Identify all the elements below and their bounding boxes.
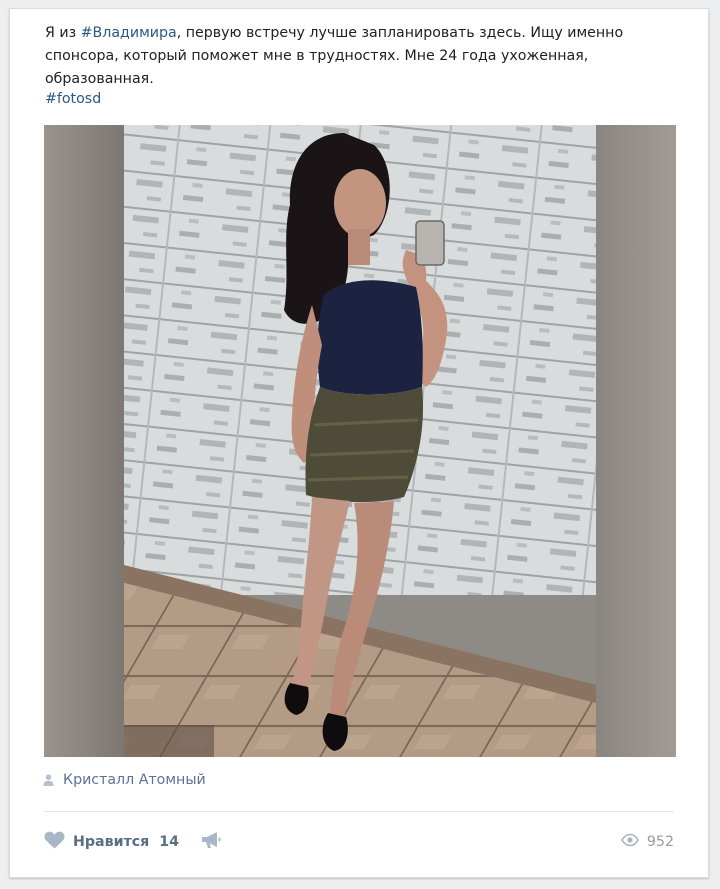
post-actions: Нравится 14 952 (44, 829, 674, 855)
megaphone-icon (201, 831, 221, 853)
post-text-start: Я из (45, 25, 81, 41)
heart-icon (44, 831, 65, 853)
footer-divider (44, 811, 674, 812)
share-button[interactable] (201, 831, 221, 853)
post-photo[interactable] (44, 125, 676, 757)
eye-icon (620, 833, 639, 850)
author-row: Кристалл Атомный (43, 769, 206, 791)
like-count: 14 (159, 834, 180, 850)
like-label: Нравится (73, 834, 150, 850)
post-card: Я из #Владимира, первую встречу лучше за… (9, 8, 709, 878)
hashtag-link[interactable]: #fotosd (45, 91, 101, 107)
author-link[interactable]: Кристалл Атомный (63, 772, 206, 788)
user-icon (43, 774, 54, 786)
like-button[interactable]: Нравится 14 (44, 831, 179, 853)
photo-illustration (44, 125, 676, 757)
hashtag-city-link[interactable]: #Владимира (81, 25, 177, 41)
views-counter: 952 (620, 833, 674, 850)
post-text: Я из #Владимира, первую встречу лучше за… (45, 22, 665, 91)
views-count: 952 (646, 834, 674, 850)
